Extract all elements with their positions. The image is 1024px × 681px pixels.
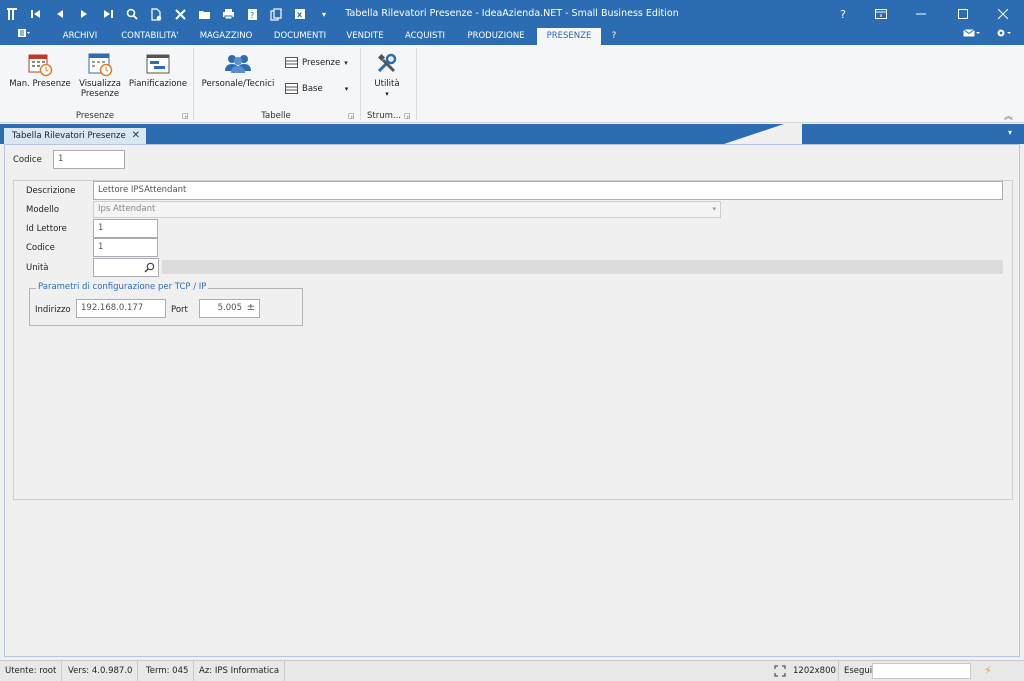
tcp-ip-group-label: Parametri di configurazione per TCP / IP xyxy=(36,282,209,292)
utilita-button[interactable]: Utilità ▾ xyxy=(364,51,410,99)
ribbon-tab-bar: ARCHIVI CONTABILITA' MAGAZZINO DOCUMENTI… xyxy=(0,28,1024,45)
tab-list-dropdown-icon[interactable]: ▾ xyxy=(1008,128,1012,137)
port-label: Port xyxy=(171,305,188,315)
codice-label: Codice xyxy=(13,155,42,165)
man-presenze-button[interactable]: Man. Presenze xyxy=(6,51,74,89)
tools-icon xyxy=(374,51,400,77)
tab-bar-decoration xyxy=(724,124,784,144)
pianificazione-label: Pianificazione xyxy=(128,79,188,89)
descrizione-label: Descrizione xyxy=(26,186,76,196)
document-tab-bar: Tabella Rilevatori Presenze ✕ ▾ xyxy=(0,124,1024,144)
tab-bar-decoration xyxy=(784,124,802,144)
id-lettore-label: Id Lettore xyxy=(26,224,67,234)
chevron-down-icon: ▾ xyxy=(344,58,348,67)
maximize-button[interactable] xyxy=(951,4,975,24)
status-azienda: Az: IPS Informatica xyxy=(194,661,286,681)
chevron-down-icon: ▾ xyxy=(344,84,349,93)
indirizzo-input[interactable]: 192.168.0.177 xyxy=(76,299,166,318)
port-value: 5.005 xyxy=(217,303,242,313)
presenze-dropdown[interactable]: Presenze ▾ xyxy=(285,57,348,68)
modello-value: Ips Attendant xyxy=(98,204,156,214)
calendar-clock-icon xyxy=(27,51,53,77)
close-tab-icon[interactable]: ✕ xyxy=(132,128,140,144)
document-tab-label: Tabella Rilevatori Presenze xyxy=(12,131,126,141)
visualizza-label-1: Visualizza xyxy=(79,79,121,89)
ribbon-separator xyxy=(360,48,361,120)
ribbon-display-options-icon[interactable] xyxy=(869,4,893,24)
man-presenze-label: Man. Presenze xyxy=(9,79,71,89)
lightning-icon[interactable]: ⚡ xyxy=(984,664,992,677)
personale-tecnici-label: Personale/Tecnici xyxy=(201,79,275,89)
tcp-ip-group: Parametri di configurazione per TCP / IP… xyxy=(29,282,303,326)
mail-icon[interactable] xyxy=(958,28,986,45)
codice-lettore-input[interactable]: 1 xyxy=(93,238,158,257)
collapse-ribbon-icon[interactable]: ︽ xyxy=(1004,109,1013,122)
tab-acquisti[interactable]: ACQUISTI xyxy=(396,28,454,45)
tab-help[interactable]: ? xyxy=(605,28,623,45)
title-bar: ? x ▾ Tabella Rilevatori Presenze - Idea… xyxy=(0,0,1024,28)
help-button[interactable]: ? xyxy=(831,4,855,24)
table-icon xyxy=(285,57,298,68)
group-tabelle-label: Tabelle xyxy=(261,111,291,121)
tab-contabilita[interactable]: CONTABILITA' xyxy=(113,28,187,45)
modello-label: Modello xyxy=(26,205,60,215)
group-strum-launcher-icon[interactable]: ◲ xyxy=(404,112,411,120)
gantt-chart-icon xyxy=(145,51,171,77)
search-icon[interactable] xyxy=(144,262,155,273)
chevron-down-icon: ▾ xyxy=(385,90,389,98)
group-tabelle-launcher-icon[interactable]: ◲ xyxy=(348,112,355,120)
visualizza-label-2: Presenze xyxy=(80,89,120,99)
application-menu-icon[interactable] xyxy=(8,28,40,45)
indirizzo-label: Indirizzo xyxy=(35,305,71,315)
resize-icon[interactable] xyxy=(774,665,786,680)
calendar-view-icon xyxy=(87,51,113,77)
unita-description xyxy=(162,260,1003,274)
unita-input[interactable] xyxy=(93,258,159,277)
base-dropdown-label: Base xyxy=(302,83,323,94)
options-icon[interactable] xyxy=(990,28,1020,45)
pianificazione-button[interactable]: Pianificazione xyxy=(127,51,189,89)
codice-input[interactable]: 1 xyxy=(53,150,125,169)
status-bar: Utente: root Vers: 4.0.987.0 Term: 045 A… xyxy=(0,660,1024,681)
group-presenze-launcher-icon[interactable]: ◲ xyxy=(182,112,189,120)
status-terminal: Term: 045 xyxy=(141,661,195,681)
port-input[interactable]: 5.005 ± xyxy=(199,299,260,318)
group-presenze-label: Presenze xyxy=(75,111,115,121)
ribbon: Man. Presenze Visualizza Presenze Pianif… xyxy=(0,45,1024,123)
ribbon-separator xyxy=(416,48,417,120)
tab-vendite[interactable]: VENDITE xyxy=(340,28,390,45)
modello-select: Ips Attendant ▾ xyxy=(93,201,721,218)
tab-documenti[interactable]: DOCUMENTI xyxy=(265,28,335,45)
status-utente: Utente: root xyxy=(0,661,63,681)
ribbon-separator xyxy=(193,48,194,120)
people-icon xyxy=(223,51,253,77)
tab-magazzino[interactable]: MAGAZZINO xyxy=(193,28,259,45)
descrizione-input[interactable]: Lettore IPSAttendant xyxy=(93,181,1003,200)
esegui-input[interactable] xyxy=(872,663,971,679)
presenze-dropdown-label: Presenze xyxy=(302,57,341,68)
document-tab[interactable]: Tabella Rilevatori Presenze ✕ xyxy=(4,128,146,144)
personale-tecnici-button[interactable]: Personale/Tecnici xyxy=(198,51,278,89)
details-panel: Descrizione Lettore IPSAttendant Modello… xyxy=(13,180,1013,500)
minimize-button[interactable] xyxy=(909,4,933,24)
table-icon xyxy=(285,83,298,94)
unita-label: Unità xyxy=(26,263,49,273)
tab-presenze[interactable]: PRESENZE xyxy=(537,28,601,45)
spin-plus-minus-icon[interactable]: ± xyxy=(247,301,255,314)
codice-lettore-label: Codice xyxy=(26,243,55,253)
visualizza-presenze-button[interactable]: Visualizza Presenze xyxy=(76,51,124,99)
status-version: Vers: 4.0.987.0 xyxy=(63,661,139,681)
base-dropdown[interactable]: Base ▾ xyxy=(285,83,348,94)
group-strum-label: Strum... xyxy=(367,111,401,121)
tab-archivi[interactable]: ARCHIVI xyxy=(52,28,108,45)
form-area: Codice 1 Descrizione Lettore IPSAttendan… xyxy=(4,144,1020,657)
status-resolution: 1202x800 xyxy=(793,666,836,676)
tab-produzione[interactable]: PRODUZIONE xyxy=(460,28,532,45)
utilita-label: Utilità xyxy=(374,79,400,89)
id-lettore-input[interactable]: 1 xyxy=(93,219,158,238)
close-button[interactable] xyxy=(991,4,1015,24)
chevron-down-icon: ▾ xyxy=(712,205,716,213)
